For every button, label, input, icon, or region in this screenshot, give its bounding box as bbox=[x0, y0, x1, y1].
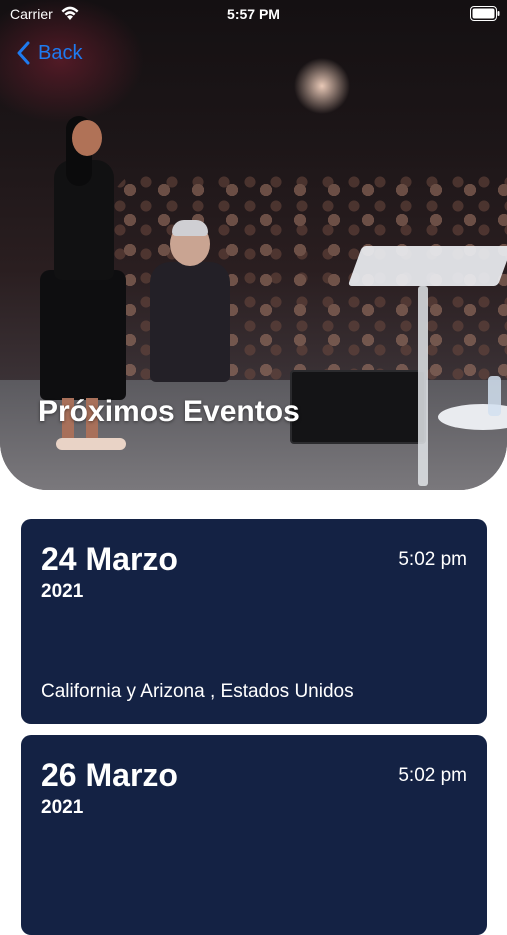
event-card[interactable]: 24 Marzo 2021 5:02 pm California y Arizo… bbox=[21, 519, 487, 724]
event-year: 2021 bbox=[41, 581, 84, 602]
event-time: 5:02 pm bbox=[398, 765, 467, 786]
event-date: 26 Marzo bbox=[41, 757, 178, 793]
event-location: California y Arizona , Estados Unidos bbox=[41, 681, 354, 702]
event-time: 5:02 pm bbox=[398, 549, 467, 570]
back-button[interactable]: Back bbox=[16, 38, 82, 68]
event-card[interactable]: 26 Marzo 2021 5:02 pm bbox=[21, 735, 487, 935]
chevron-left-icon bbox=[17, 41, 30, 65]
status-time: 5:57 PM bbox=[227, 6, 280, 22]
hero-image: Próximos Eventos bbox=[0, 0, 507, 490]
back-label: Back bbox=[38, 41, 83, 64]
podium-leg bbox=[418, 286, 428, 486]
battery-icon bbox=[470, 6, 500, 21]
event-date: 24 Marzo bbox=[41, 541, 178, 577]
stage-speaker bbox=[290, 370, 426, 444]
water-bottle bbox=[488, 376, 501, 416]
man-figure bbox=[150, 220, 230, 382]
page-title: Próximos Eventos bbox=[38, 395, 300, 428]
podium bbox=[347, 246, 507, 286]
event-year: 2021 bbox=[41, 797, 84, 818]
status-bar: Carrier 5:57 PM bbox=[0, 0, 507, 28]
